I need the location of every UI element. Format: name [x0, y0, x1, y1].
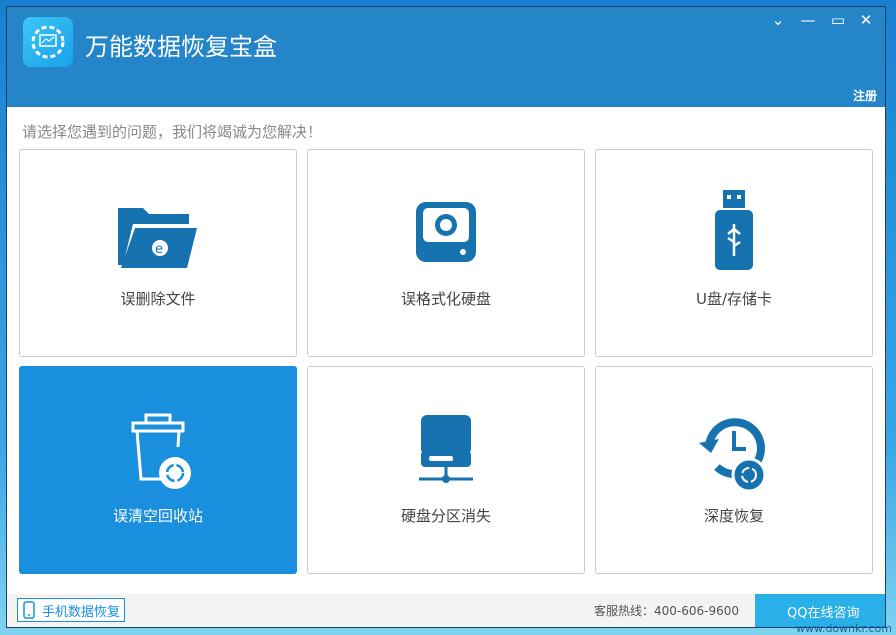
card-usb-storage[interactable]: U盘/存储卡 — [595, 149, 873, 357]
minimize-button[interactable]: — — [797, 11, 819, 29]
card-deleted-files[interactable]: e 误删除文件 — [19, 149, 297, 357]
card-lost-partition[interactable]: 硬盘分区消失 — [307, 366, 585, 574]
card-label: 误删除文件 — [120, 290, 196, 308]
qq-consult-label: QQ在线咨询 — [787, 606, 860, 621]
mobile-recovery-button[interactable]: 手机数据恢复 — [17, 598, 126, 622]
card-label: 误清空回收站 — [112, 507, 203, 525]
card-label: U盘/存储卡 — [695, 290, 773, 308]
close-button[interactable]: ✕ — [855, 11, 877, 29]
card-formatted-disk[interactable]: 误格式化硬盘 — [307, 149, 585, 357]
dropdown-menu-button[interactable]: ⌄ — [767, 11, 789, 29]
disk-restore-icon — [401, 190, 491, 280]
network-disk-icon — [401, 407, 491, 497]
card-label: 误格式化硬盘 — [400, 290, 491, 308]
register-link[interactable]: 注册 — [853, 87, 877, 104]
folder-restore-icon: e — [113, 190, 203, 280]
app-title: 万能数据恢复宝盒 — [85, 33, 277, 61]
hotline-text: 客服热线：400-606-9600 — [593, 604, 739, 618]
footer: 手机数据恢复 客服热线：400-606-9600 QQ在线咨询 — [7, 594, 885, 627]
maximize-button[interactable]: ▭ — [827, 11, 849, 29]
usb-icon — [689, 190, 779, 280]
prompt-text: 请选择您遇到的问题，我们将竭诚为您解决！ — [22, 123, 323, 141]
card-label: 深度恢复 — [703, 507, 764, 525]
svg-text:e: e — [155, 242, 163, 257]
card-deep-recovery[interactable]: 深度恢复 — [595, 366, 873, 574]
watermark: www.downkr.com — [795, 622, 892, 635]
card-recycle-bin[interactable]: 误清空回收站 — [19, 366, 297, 574]
card-label: 硬盘分区消失 — [400, 507, 491, 525]
app-window: 万能数据恢复宝盒 ⌄ — ▭ ✕ 注册 请选择您遇到的问题，我们将竭诚为您解决！… — [6, 6, 886, 628]
mobile-recovery-label: 手机数据恢复 — [42, 605, 121, 620]
history-icon — [689, 407, 779, 497]
recycle-bin-icon — [113, 407, 203, 497]
header: 万能数据恢复宝盒 ⌄ — ▭ ✕ 注册 — [7, 7, 885, 107]
phone-icon — [23, 601, 35, 619]
app-logo-icon — [23, 17, 73, 67]
